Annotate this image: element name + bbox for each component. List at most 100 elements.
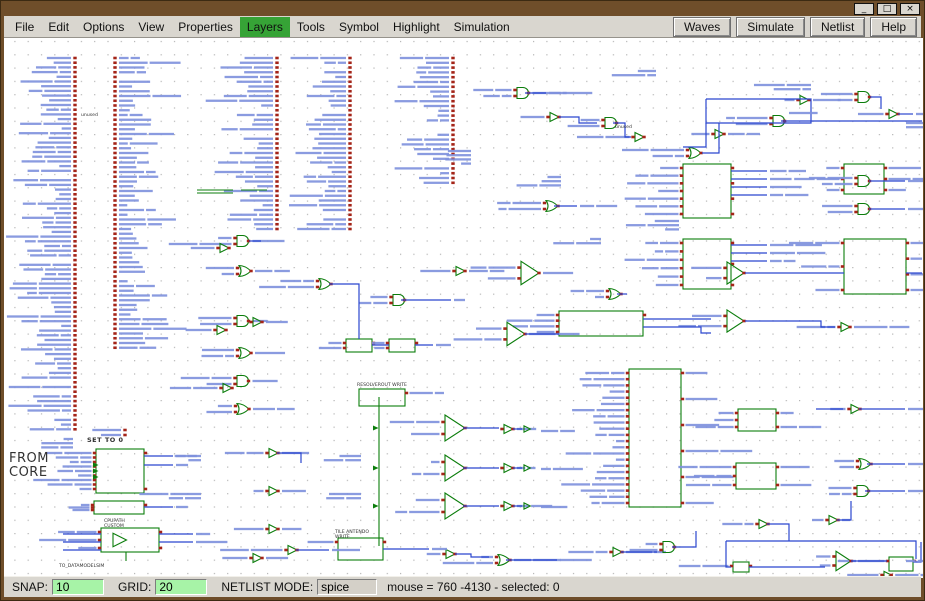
net-label[interactable] (81, 461, 92, 463)
net-label[interactable] (119, 313, 130, 315)
net-label[interactable] (53, 264, 71, 266)
net-label[interactable] (212, 377, 232, 379)
net-label[interactable] (585, 372, 609, 374)
net-label[interactable] (324, 62, 335, 64)
label-cluster[interactable] (541, 506, 567, 508)
net-label[interactable] (57, 362, 71, 364)
net-label[interactable] (665, 228, 679, 230)
pin[interactable] (348, 76, 351, 79)
pin[interactable] (348, 66, 351, 69)
net-label[interactable] (49, 99, 71, 101)
net-label[interactable] (318, 142, 346, 144)
net-label[interactable] (593, 452, 624, 454)
pin[interactable] (113, 218, 116, 221)
net-label[interactable] (77, 531, 97, 533)
net-label[interactable] (714, 419, 733, 421)
pin[interactable] (73, 132, 76, 135)
net-label[interactable] (622, 149, 649, 151)
pin[interactable] (113, 337, 116, 340)
net-label[interactable] (119, 147, 131, 149)
net-label[interactable] (119, 266, 143, 268)
pin[interactable] (113, 185, 116, 188)
net-label[interactable] (906, 560, 916, 562)
net-label[interactable] (7, 315, 39, 317)
annotation-text[interactable]: unused (81, 112, 98, 118)
pin[interactable] (275, 99, 278, 102)
pin[interactable] (348, 118, 351, 121)
net-label[interactable] (119, 166, 136, 168)
net-label[interactable] (81, 504, 90, 506)
net-label[interactable] (686, 372, 708, 374)
net-label[interactable] (306, 123, 321, 125)
pin[interactable] (680, 174, 683, 177)
pin[interactable] (73, 386, 76, 389)
net-label[interactable] (230, 152, 243, 154)
pin[interactable] (755, 523, 758, 526)
pin[interactable] (113, 71, 116, 74)
net-label[interactable] (20, 123, 41, 125)
net-label[interactable] (153, 328, 186, 330)
pin[interactable] (441, 421, 444, 424)
net-label[interactable] (560, 559, 592, 561)
net-label[interactable] (44, 156, 71, 158)
net-label[interactable] (416, 421, 439, 423)
net-label[interactable] (781, 484, 812, 486)
pin[interactable] (113, 228, 116, 231)
pin[interactable] (93, 452, 96, 455)
net-label[interactable] (21, 320, 37, 322)
net-label[interactable] (502, 95, 512, 97)
net-label[interactable] (23, 268, 43, 270)
net-label[interactable] (770, 186, 802, 188)
pin[interactable] (73, 90, 76, 93)
net-label[interactable] (62, 127, 71, 129)
pin[interactable] (275, 76, 278, 79)
net-label[interactable] (610, 390, 625, 392)
net-label[interactable] (201, 355, 223, 357)
net-label[interactable] (41, 170, 71, 172)
pin[interactable] (73, 66, 76, 69)
pin[interactable] (348, 90, 351, 93)
annotation-text[interactable]: unused (615, 124, 632, 130)
net-label[interactable] (35, 362, 55, 364)
net-label[interactable] (47, 207, 57, 209)
net-label[interactable] (56, 428, 71, 430)
net-label[interactable] (266, 321, 288, 323)
net-label[interactable] (345, 459, 361, 461)
pin[interactable] (441, 511, 444, 514)
net-label[interactable] (119, 190, 153, 192)
net-label[interactable] (64, 452, 91, 454)
pin[interactable] (348, 114, 351, 117)
label-cluster[interactable] (541, 430, 575, 432)
pin[interactable] (113, 85, 116, 88)
pin[interactable] (513, 95, 516, 98)
pin[interactable] (680, 182, 683, 185)
annotation-text[interactable]: CUSTOM (104, 523, 124, 529)
net-label[interactable] (648, 224, 679, 226)
pin[interactable] (451, 129, 454, 132)
net-label[interactable] (42, 386, 71, 388)
net-label[interactable] (259, 286, 286, 288)
pin[interactable] (249, 270, 252, 273)
toolbar-button-waves[interactable]: Waves (673, 17, 731, 37)
pin[interactable] (73, 155, 76, 158)
net-label[interactable] (119, 204, 127, 206)
pin[interactable] (626, 427, 629, 430)
pin[interactable] (348, 213, 351, 216)
net-label[interactable] (651, 149, 684, 151)
titlebar[interactable]: _ □ × (1, 1, 924, 16)
net-label[interactable] (854, 326, 887, 328)
pin[interactable] (451, 95, 454, 98)
pin[interactable] (626, 434, 629, 437)
pin[interactable] (680, 213, 683, 216)
pin[interactable] (626, 489, 629, 492)
net-label[interactable] (686, 450, 719, 452)
net-label[interactable] (55, 348, 71, 350)
net-label[interactable] (812, 519, 823, 521)
net-label[interactable] (22, 376, 48, 378)
pin[interactable] (626, 378, 629, 381)
net-label[interactable] (509, 208, 541, 210)
pin[interactable] (236, 355, 239, 358)
net-label[interactable] (787, 84, 811, 86)
pin[interactable] (832, 564, 835, 567)
net-label[interactable] (43, 123, 71, 125)
